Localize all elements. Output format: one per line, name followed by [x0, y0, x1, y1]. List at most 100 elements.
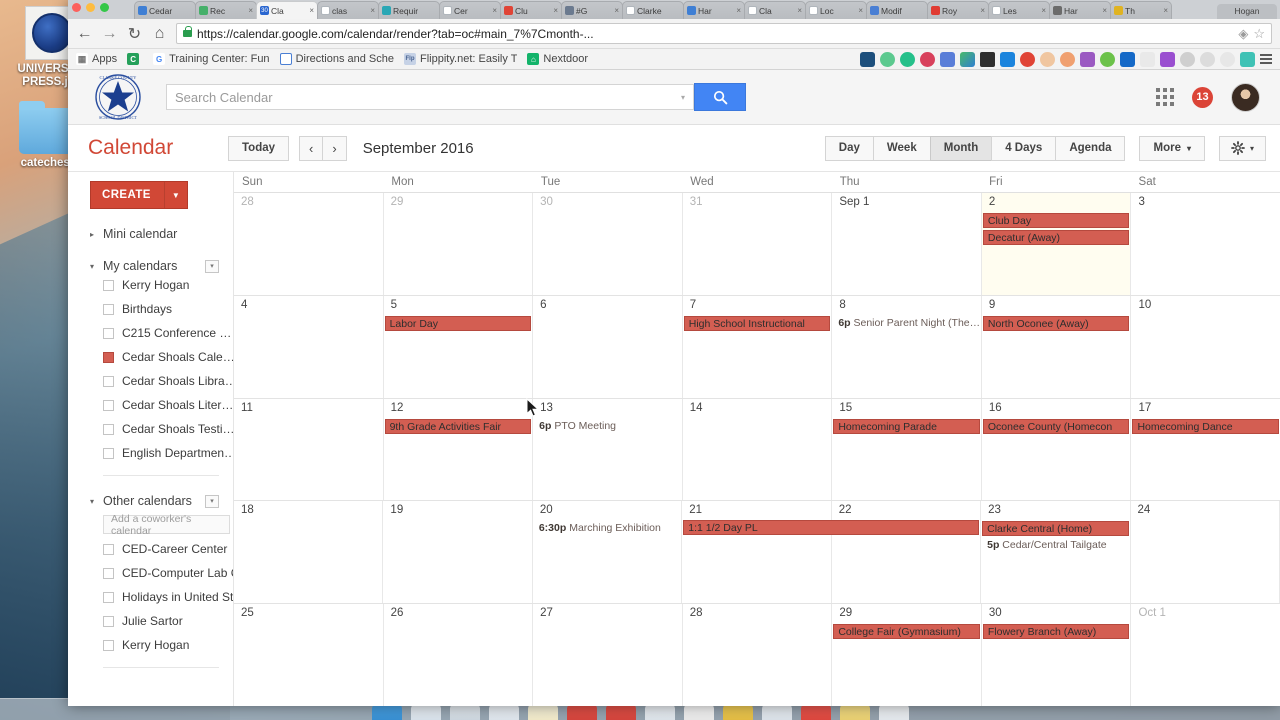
calendar-checkbox[interactable]: [103, 591, 114, 603]
cast-icon[interactable]: ◈: [1238, 26, 1248, 42]
browser-tab[interactable]: Roy ×: [927, 1, 989, 19]
day-cell[interactable]: 24: [1131, 501, 1280, 604]
browser-tab[interactable]: clas ×: [317, 1, 379, 19]
day-cell[interactable]: 22: [832, 501, 982, 604]
calendar-event[interactable]: Oconee County (Homecon: [982, 418, 1130, 434]
calendar-checkbox[interactable]: [103, 303, 114, 315]
browser-profile-chip[interactable]: Hogan: [1217, 4, 1277, 19]
day-cell[interactable]: 30 Flowery Branch (Away): [982, 604, 1132, 706]
day-cell[interactable]: 7 High School Instructional: [683, 295, 833, 398]
purple-tw-icon[interactable]: [1160, 51, 1175, 67]
screencastify-icon[interactable]: [860, 51, 875, 67]
my-calendar-item[interactable]: Cedar Shoals Liter…: [90, 393, 233, 417]
cloud-icon[interactable]: [1200, 51, 1215, 67]
day-cell[interactable]: 13 6p PTO Meeting: [533, 398, 683, 501]
day-cell[interactable]: 2 Club Day Decatur (Away): [981, 193, 1132, 295]
calendar-checkbox[interactable]: [103, 639, 114, 651]
day-cell[interactable]: 3: [1131, 193, 1280, 295]
calendar-event[interactable]: Flowery Branch (Away): [982, 624, 1130, 640]
close-tab-icon[interactable]: ×: [553, 6, 558, 15]
close-tab-icon[interactable]: ×: [492, 6, 497, 15]
browser-tab[interactable]: Requir: [378, 1, 440, 19]
my-calendars-options-button[interactable]: ▾: [205, 259, 219, 273]
day-cell[interactable]: 27: [533, 604, 683, 706]
grammarly-icon[interactable]: [900, 51, 915, 67]
calendar-checkbox[interactable]: [103, 351, 114, 363]
bookmark-training-center[interactable]: G Training Center: Fun: [153, 53, 270, 65]
close-tab-icon[interactable]: ×: [1102, 6, 1107, 15]
monkey-icon[interactable]: [1040, 51, 1055, 67]
close-tab-icon[interactable]: ×: [614, 6, 619, 15]
chevron-down-icon[interactable]: ▾: [681, 93, 685, 102]
day-cell[interactable]: 19: [383, 501, 533, 604]
day-cell[interactable]: 29: [384, 193, 534, 295]
view-button-4-days[interactable]: 4 Days: [991, 135, 1056, 161]
minimize-window-button[interactable]: [86, 3, 95, 12]
close-tab-icon[interactable]: ×: [248, 6, 253, 15]
sidebar-section-my-calendars[interactable]: ▾ My calendars ▾: [90, 259, 233, 273]
my-calendar-item[interactable]: Kerry Hogan: [90, 273, 233, 297]
star-icon[interactable]: ☆: [1253, 26, 1265, 42]
calendar-event[interactable]: 1:1 1/2 Day PL: [683, 520, 980, 536]
plus-green-icon[interactable]: [1100, 51, 1115, 67]
forward-button[interactable]: →: [101, 25, 118, 43]
bookmark-nextdoor[interactable]: ⌂ Nextdoor: [527, 53, 588, 65]
browser-tab[interactable]: Les ×: [988, 1, 1050, 19]
avatar[interactable]: [1231, 82, 1260, 112]
bookmark-directions-schedule[interactable]: Directions and Sche: [279, 53, 394, 65]
my-calendar-item[interactable]: Cedar Shoals Libra…: [90, 369, 233, 393]
pocket-icon[interactable]: [880, 51, 895, 67]
other-calendars-options-button[interactable]: ▾: [205, 494, 219, 508]
browser-tab[interactable]: Clarke: [622, 1, 684, 19]
day-cell[interactable]: 20 6:30p Marching Exhibition: [533, 501, 683, 604]
day-cell[interactable]: 5 Labor Day: [384, 295, 534, 398]
window-traffic-lights[interactable]: [72, 3, 109, 12]
reload-button[interactable]: ↻: [126, 24, 143, 44]
apps-grid-icon[interactable]: [1156, 88, 1174, 106]
browser-tab[interactable]: #G ×: [561, 1, 623, 19]
browser-tab[interactable]: Loc ×: [805, 1, 867, 19]
gray-m-icon[interactable]: [1180, 51, 1195, 67]
calendar-event[interactable]: College Fair (Gymnasium): [833, 624, 980, 640]
pinterest-icon[interactable]: [920, 51, 935, 67]
browser-tab[interactable]: Cer ×: [439, 1, 501, 19]
notification-badge[interactable]: 13: [1192, 86, 1213, 108]
browser-tab[interactable]: Modif: [866, 1, 928, 19]
day-cell[interactable]: 10: [1131, 296, 1280, 398]
day-cell[interactable]: 26: [384, 604, 534, 706]
calendar-event[interactable]: 9th Grade Activities Fair: [384, 418, 532, 434]
sidebar-section-other-calendars[interactable]: ▾ Other calendars ▾: [90, 494, 233, 508]
browser-tab[interactable]: Har ×: [683, 1, 745, 19]
hamburger-menu-icon[interactable]: [1260, 54, 1272, 64]
next-period-button[interactable]: ›: [322, 135, 347, 161]
calendar-event[interactable]: 6p PTO Meeting: [534, 419, 681, 434]
day-cell[interactable]: 4: [234, 295, 384, 398]
calendar-checkbox[interactable]: [103, 279, 114, 291]
day-cell[interactable]: 11: [234, 398, 384, 501]
sidebar-section-mini-calendar[interactable]: ▸ Mini calendar: [90, 227, 233, 241]
other-calendar-item[interactable]: Kerry Hogan: [90, 633, 233, 657]
calendar-event[interactable]: Club Day: [982, 213, 1130, 228]
calendar-event[interactable]: 6p Senior Parent Night (The…: [833, 316, 980, 331]
today-button[interactable]: Today: [228, 135, 290, 161]
hypothesis-icon[interactable]: [1060, 51, 1075, 67]
day-cell[interactable]: 21: [682, 501, 832, 604]
day-cell[interactable]: 18: [234, 501, 384, 604]
day-cell[interactable]: 23 Clarke Central (Home) 5p Cedar/Central …: [981, 501, 1131, 604]
calendar-checkbox[interactable]: [103, 447, 114, 459]
create-event-button[interactable]: CREATE ▼: [90, 181, 188, 209]
teal-robot-icon[interactable]: [1240, 51, 1255, 67]
day-cell[interactable]: 28: [683, 604, 833, 706]
my-calendar-item[interactable]: Cedar Shoals Cale…: [90, 345, 233, 369]
day-cell[interactable]: 31: [683, 193, 833, 295]
close-tab-icon[interactable]: ×: [370, 6, 375, 15]
calendar-checkbox[interactable]: [103, 375, 114, 387]
calendar-event[interactable]: Clarke Central (Home): [982, 521, 1129, 537]
day-cell[interactable]: 9 North Oconee (Away): [982, 295, 1132, 398]
view-button-agenda[interactable]: Agenda: [1055, 135, 1126, 161]
other-calendar-item[interactable]: Holidays in United Sta…: [90, 585, 233, 609]
day-cell[interactable]: 30: [533, 193, 683, 295]
google-drive-icon[interactable]: [960, 51, 975, 67]
calendar-checkbox[interactable]: [103, 399, 114, 411]
my-calendar-item[interactable]: C215 Conference …: [90, 321, 233, 345]
